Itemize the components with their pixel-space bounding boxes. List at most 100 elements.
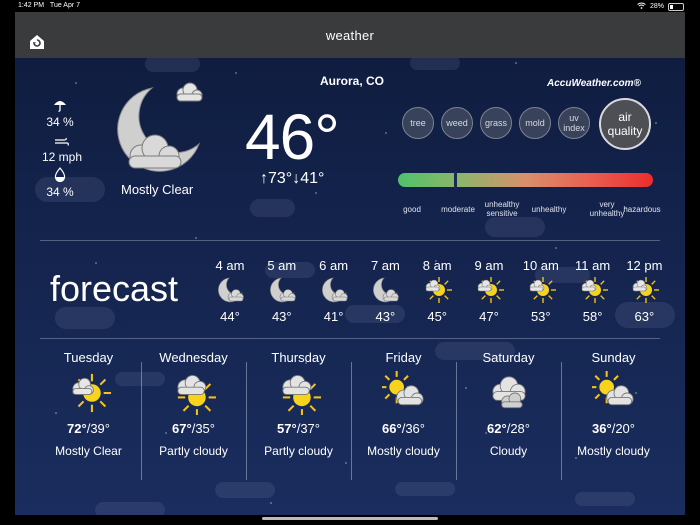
sun-behind-cloud-icon (561, 371, 666, 415)
day-high: 67° (172, 421, 192, 436)
day-separator (561, 362, 562, 480)
hour-time: 12 pm (626, 258, 663, 273)
moon-cloud-icon (362, 275, 408, 305)
precip-stat: 34 % (43, 98, 77, 129)
day-low: 28° (510, 421, 530, 436)
hour-time: 11 am (575, 258, 611, 273)
pollen-button-weed[interactable]: weed (441, 107, 473, 139)
day-name: Tuesday (63, 350, 114, 365)
day-low: 36° (405, 421, 425, 436)
humidity-stat: 34 % (43, 167, 77, 199)
air-quality-label: good (403, 205, 421, 214)
hour-temp: 58° (582, 309, 603, 324)
hour-time: 4 am (215, 258, 245, 273)
day-high: 66° (382, 421, 402, 436)
arrow-down-icon: ↓ (292, 170, 301, 187)
status-time-date: 1:42 PM Tue Apr 7 (18, 2, 80, 9)
star (385, 132, 387, 134)
divider-top (40, 240, 660, 241)
day-name: Wednesday (159, 350, 228, 365)
air-quality-scale-bar (398, 171, 653, 189)
hour-forecast-item: 9 am 47° (466, 258, 512, 324)
arrow-up-icon: ↑ (260, 170, 268, 187)
day-condition: Mostly Clear (55, 444, 122, 458)
day-temps: 66°/36° (382, 421, 425, 436)
moon-cloud-icon (117, 82, 203, 172)
day-temps: 72°/39° (67, 421, 110, 436)
pollen-button-grass[interactable]: grass (480, 107, 512, 139)
sun-cloud-icon (36, 371, 141, 415)
hour-time: 5 am (267, 258, 297, 273)
day-separator (351, 362, 352, 480)
status-bar: 1:42 PM Tue Apr 7 28% (0, 0, 700, 12)
humidity-value: 34 % (46, 185, 74, 199)
day-forecast-item: Wednesday 67°/35° Partly cloudy (141, 350, 246, 458)
day-high: 36° (592, 421, 612, 436)
day-condition: Mostly cloudy (577, 444, 650, 458)
background-cloud (145, 56, 200, 72)
day-name: Friday (385, 350, 422, 365)
cloud-sun-icon (246, 371, 351, 415)
sun-behind-cloud-icon (351, 371, 456, 415)
air-quality-label: hazardous (623, 205, 661, 214)
hour-forecast-item: 8 am 45° (414, 258, 460, 324)
moon-cloud-icon (311, 275, 357, 305)
background-cloud (575, 492, 635, 506)
sun-cloud-icon (621, 275, 667, 305)
star (235, 72, 237, 74)
day-condition: Partly cloudy (159, 444, 228, 458)
background-cloud (95, 502, 165, 515)
high-low: ↑73°↓41° (260, 170, 324, 188)
background-cloud (485, 217, 545, 237)
pollen-button-mold[interactable]: mold (519, 107, 551, 139)
day-temps: 36°/20° (592, 421, 635, 436)
hour-forecast-item: 12 pm 63° (621, 258, 667, 324)
day-high: 57° (277, 421, 297, 436)
pollen-button-uv-index[interactable]: uv index (558, 107, 590, 139)
hour-forecast-item: 11 am 58° (570, 258, 616, 324)
star (75, 82, 77, 84)
star (655, 122, 657, 124)
hour-temp: 43° (271, 309, 292, 324)
home-indicator[interactable] (262, 517, 438, 520)
air-quality-label: moderate (441, 205, 475, 214)
sun-cloud-icon (466, 275, 512, 305)
hour-temp: 53° (530, 309, 551, 324)
status-date: Tue Apr 7 (49, 2, 81, 9)
day-forecast-item: Saturday 62°/28° Cloudy (456, 350, 561, 458)
day-name: Saturday (482, 350, 535, 365)
hour-time: 9 am (474, 258, 504, 273)
day-forecast-item: Friday 66°/36° Mostly cloudy (351, 350, 456, 458)
battery-icon (668, 2, 684, 11)
wind-stat: 12 mph (37, 136, 87, 164)
pollen-button-air-quality[interactable]: air quality (599, 98, 651, 150)
hour-forecast-item: 10 am 53° (518, 258, 564, 324)
battery-percent: 28% (649, 3, 664, 10)
forecast-title: forecast (50, 268, 179, 309)
background-cloud (55, 307, 115, 329)
day-condition: Partly cloudy (264, 444, 333, 458)
day-temps: 67°/35° (172, 421, 215, 436)
umbrella-icon (54, 101, 66, 112)
star (315, 192, 317, 194)
day-condition: Mostly cloudy (367, 444, 440, 458)
background-cloud (395, 482, 455, 496)
star (270, 502, 272, 504)
day-forecast-item: Thursday 57°/37° Partly cloudy (246, 350, 351, 458)
hour-temp: 45° (427, 309, 448, 324)
wind-value: 12 mph (41, 150, 83, 164)
day-name: Thursday (271, 350, 326, 365)
day-name: Sunday (591, 350, 636, 365)
location-label: Aurora, CO (320, 74, 385, 88)
hour-time: 7 am (370, 258, 400, 273)
low-temp: 41° (300, 170, 325, 187)
day-temps: 57°/37° (277, 421, 320, 436)
day-high: 72° (67, 421, 87, 436)
pollen-button-tree[interactable]: tree (402, 107, 434, 139)
hour-forecast-item: 4 am 44° (207, 258, 253, 324)
day-condition: Cloudy (489, 444, 528, 458)
hour-temp: 44° (220, 309, 240, 324)
star (345, 462, 347, 464)
hour-temp: 43° (375, 309, 396, 324)
air-quality-label: unhealthy sensitive (484, 200, 520, 218)
